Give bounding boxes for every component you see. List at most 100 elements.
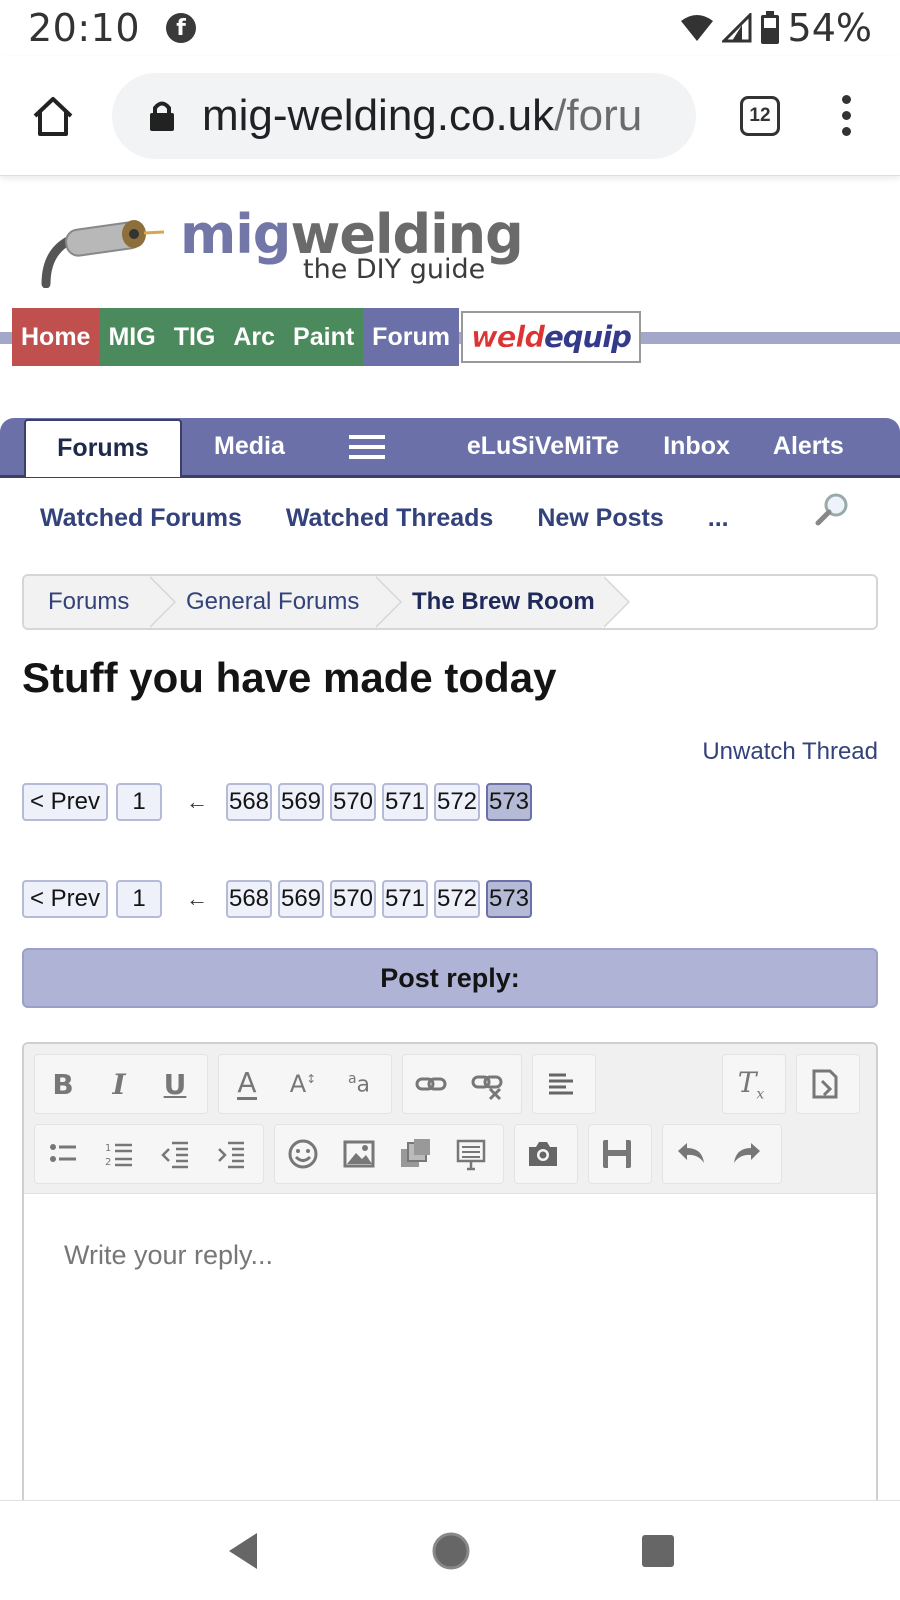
remove-link-button[interactable] bbox=[459, 1056, 515, 1112]
align-button[interactable] bbox=[533, 1056, 589, 1112]
pagination-ellipsis: ← bbox=[186, 789, 208, 814]
svg-text:2: 2 bbox=[105, 1157, 111, 1168]
save-icon bbox=[603, 1140, 631, 1168]
forum-tab-bar: Forums Media eLuSiVeMiTe Inbox Alerts bbox=[0, 418, 900, 478]
smilies-button[interactable] bbox=[275, 1126, 331, 1182]
tab-inbox[interactable]: Inbox bbox=[663, 418, 730, 476]
tab-forums[interactable]: Forums bbox=[24, 418, 182, 477]
toolbar-group-lists: 12 bbox=[34, 1124, 264, 1184]
site-logo[interactable]: migwelding the DIY guide bbox=[40, 208, 524, 288]
nav-tig[interactable]: TIG bbox=[164, 308, 225, 366]
tab-switcher-button[interactable]: 12 bbox=[740, 95, 780, 136]
page-first-button[interactable]: 1 bbox=[116, 880, 162, 918]
home-circle-icon[interactable] bbox=[431, 1531, 471, 1571]
prev-page-button[interactable]: < Prev bbox=[22, 783, 108, 821]
bulleted-list-icon bbox=[50, 1144, 76, 1162]
tab-menu[interactable] bbox=[348, 418, 385, 476]
redo-button[interactable] bbox=[719, 1126, 775, 1182]
bulleted-list-button[interactable] bbox=[35, 1126, 91, 1182]
clear-formatting-icon: Tx bbox=[737, 1065, 765, 1103]
image-icon bbox=[343, 1140, 375, 1168]
save-draft-button[interactable] bbox=[589, 1126, 645, 1182]
thread-title: Stuff you have made today bbox=[22, 654, 557, 701]
page-button[interactable]: 570 bbox=[330, 783, 376, 821]
logo-mig: mig bbox=[180, 203, 291, 266]
toggle-bbcode-button[interactable] bbox=[797, 1056, 853, 1112]
outdent-icon bbox=[161, 1141, 188, 1169]
nav-weldequip[interactable]: weldequip bbox=[460, 311, 641, 363]
insert-quote-button[interactable] bbox=[443, 1126, 499, 1182]
lock-icon bbox=[150, 101, 174, 131]
search-icon[interactable] bbox=[812, 490, 852, 530]
hamburger-icon bbox=[348, 434, 385, 459]
nav-paint[interactable]: Paint bbox=[284, 308, 364, 366]
prev-page-button[interactable]: < Prev bbox=[22, 880, 108, 918]
tab-media[interactable]: Media bbox=[214, 418, 285, 476]
signal-icon bbox=[721, 13, 752, 43]
insert-media-button[interactable] bbox=[387, 1126, 443, 1182]
unwatch-thread-link[interactable]: Unwatch Thread bbox=[702, 738, 878, 766]
page-first-button[interactable]: 1 bbox=[116, 783, 162, 821]
nav-home[interactable]: Home bbox=[12, 308, 100, 366]
bold-button[interactable]: B bbox=[35, 1056, 91, 1112]
pagination-ellipsis: ← bbox=[186, 886, 208, 911]
numbered-list-button[interactable]: 12 bbox=[91, 1126, 147, 1182]
font-size-button[interactable]: A↕ bbox=[275, 1056, 331, 1112]
font-color-icon: A bbox=[237, 1065, 257, 1100]
toolbar-group-insert bbox=[274, 1124, 504, 1184]
address-bar[interactable]: mig-welding.co.uk/foru bbox=[112, 72, 696, 159]
page-button[interactable]: 568 bbox=[226, 783, 272, 821]
underline-button[interactable]: U bbox=[147, 1056, 203, 1112]
underline-icon: U bbox=[163, 1067, 187, 1101]
page-button-current[interactable]: 573 bbox=[486, 880, 532, 918]
media-icon bbox=[401, 1139, 430, 1167]
status-bar: 20:10 f 54% bbox=[0, 0, 900, 56]
page-button[interactable]: 572 bbox=[434, 783, 480, 821]
clear-formatting-button[interactable]: Tx bbox=[723, 1056, 779, 1112]
tab-alerts[interactable]: Alerts bbox=[773, 418, 844, 476]
insert-image-button[interactable] bbox=[331, 1126, 387, 1182]
browser-menu-button[interactable] bbox=[842, 95, 851, 136]
reply-textarea[interactable]: Write your reply... bbox=[24, 1194, 876, 1510]
tab-account[interactable]: eLuSiVeMiTe bbox=[467, 418, 619, 476]
nav-arc[interactable]: Arc bbox=[224, 308, 285, 366]
italic-button[interactable]: I bbox=[91, 1056, 147, 1112]
site-navigation: Home MIG TIG Arc Paint Forum weldequip bbox=[0, 308, 900, 366]
watched-forums-link[interactable]: Watched Forums bbox=[40, 504, 242, 533]
more-link[interactable]: ... bbox=[708, 504, 729, 533]
breadcrumb-general-forums[interactable]: General Forums bbox=[148, 576, 402, 628]
indent-button[interactable] bbox=[203, 1126, 259, 1182]
new-posts-link[interactable]: New Posts bbox=[537, 504, 663, 533]
page-button[interactable]: 571 bbox=[382, 783, 428, 821]
facebook-icon: f bbox=[166, 13, 197, 43]
undo-icon bbox=[678, 1143, 704, 1163]
nav-forum[interactable]: Forum bbox=[363, 308, 459, 366]
font-family-button[interactable]: aa bbox=[331, 1056, 387, 1112]
undo-button[interactable] bbox=[663, 1126, 719, 1182]
nav-mig[interactable]: MIG bbox=[99, 308, 165, 366]
toolbar-group-toggle bbox=[796, 1054, 860, 1114]
breadcrumb-the-brew-room[interactable]: The Brew Room bbox=[374, 576, 630, 628]
outdent-button[interactable] bbox=[147, 1126, 203, 1182]
breadcrumb: Forums General Forums The Brew Room bbox=[22, 574, 878, 630]
back-icon[interactable] bbox=[225, 1531, 261, 1571]
recents-icon[interactable] bbox=[641, 1534, 675, 1568]
page-button[interactable]: 570 bbox=[330, 880, 376, 918]
home-button[interactable] bbox=[22, 85, 84, 147]
toolbar-group-history bbox=[662, 1124, 782, 1184]
insert-link-button[interactable] bbox=[403, 1056, 459, 1112]
status-time: 20:10 bbox=[28, 6, 141, 50]
toolbar-group-save bbox=[588, 1124, 652, 1184]
watched-threads-link[interactable]: Watched Threads bbox=[286, 504, 493, 533]
url-path: /foru bbox=[554, 90, 643, 140]
toolbar-group-clear: Tx bbox=[722, 1054, 786, 1114]
font-color-button[interactable]: A bbox=[219, 1056, 275, 1112]
page-button[interactable]: 568 bbox=[226, 880, 272, 918]
page-button[interactable]: 569 bbox=[278, 880, 324, 918]
page-button[interactable]: 571 bbox=[382, 880, 428, 918]
upload-photo-button[interactable] bbox=[515, 1126, 571, 1182]
page-button[interactable]: 572 bbox=[434, 880, 480, 918]
page-button-current[interactable]: 573 bbox=[486, 783, 532, 821]
page-button[interactable]: 569 bbox=[278, 783, 324, 821]
breadcrumb-forums[interactable]: Forums bbox=[24, 576, 176, 628]
